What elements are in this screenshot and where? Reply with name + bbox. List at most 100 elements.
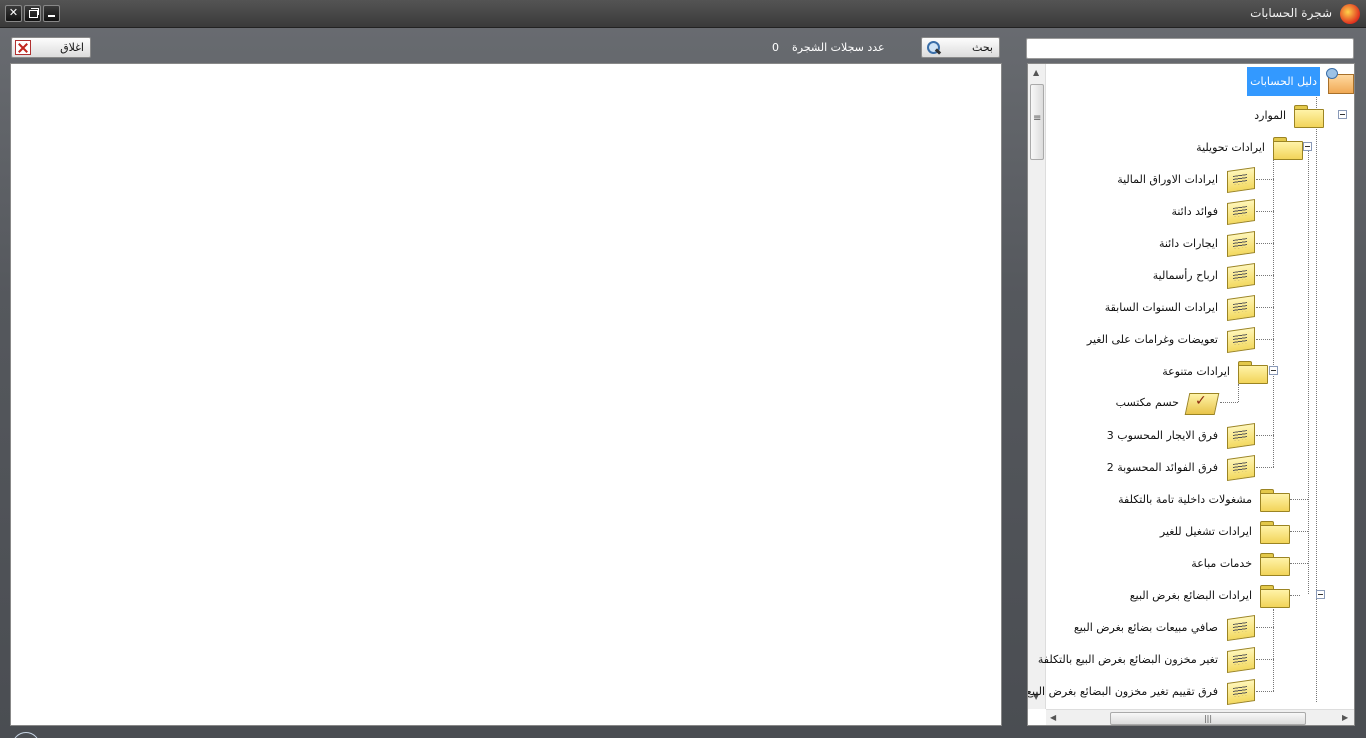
tree-node[interactable]: صافي مبيعات بضائع بغرض البيع (1072, 612, 1256, 642)
document-icon (1224, 326, 1256, 352)
tree-node-label: ايجارات دائنة (1158, 236, 1218, 250)
tree-connector (1256, 435, 1274, 436)
restore-window-button[interactable] (24, 5, 41, 22)
folder-icon (1258, 582, 1290, 608)
tree-node[interactable]: ايرادات الاوراق المالية (1115, 164, 1256, 194)
app-logo-icon (1340, 4, 1360, 24)
folder-icon (1271, 134, 1303, 160)
tree-node-label: الموارد (1254, 108, 1286, 122)
document-icon (1224, 198, 1256, 224)
tree-connector (1256, 659, 1274, 660)
root-folder-icon (1324, 66, 1354, 96)
tree-connector (1238, 384, 1239, 402)
tree-node[interactable]: ايرادات تشغيل للغير (1158, 516, 1290, 546)
tree-node[interactable]: فرق تقييم تغير مخزون البضائع بغرض البيع (1027, 676, 1256, 706)
tree-node[interactable]: ايرادات متنوعة (1160, 356, 1268, 386)
search-button[interactable]: بحث (921, 37, 1000, 58)
tree-connector (1256, 307, 1274, 308)
document-icon (1224, 422, 1256, 448)
tree-node[interactable]: الموارد (1252, 100, 1324, 130)
collapse-node-icon[interactable] (1316, 590, 1325, 599)
document-icon (1224, 678, 1256, 704)
tree-connector (1316, 94, 1317, 702)
tree-node[interactable]: ايرادات السنوات السابقة (1103, 292, 1256, 322)
records-count-value: 0 (772, 41, 779, 54)
tree-connector (1308, 144, 1309, 594)
close-icon (15, 40, 31, 55)
close-button-label: اغلاق (60, 41, 84, 54)
scroll-up-icon[interactable]: ▲ (1033, 68, 1039, 77)
tree-node-label: ايرادات تحويلية (1196, 140, 1265, 154)
folder-icon (1292, 102, 1324, 128)
scroll-right-icon[interactable]: ▶ (1342, 713, 1348, 722)
close-window-button[interactable]: ✕ (5, 5, 22, 22)
tree-connector (1256, 179, 1274, 180)
search-button-label: بحث (972, 41, 993, 54)
tree-node-label: دليل الحسابات (1247, 66, 1320, 96)
tree-node-label: فوائد دائنة (1171, 204, 1218, 218)
tree-connector (1256, 211, 1274, 212)
search-icon (925, 40, 941, 56)
tree-node-label: فرق الايجار المحسوب 3 (1106, 428, 1218, 442)
tree-node[interactable]: تعويضات وغرامات على الغير (1085, 324, 1256, 354)
folder-icon (1236, 358, 1268, 384)
tree-connector (1290, 563, 1308, 564)
tree-node[interactable]: تغير مخزون البضائع بغرض البيع بالتكلفة (1036, 644, 1256, 674)
tree-node[interactable]: ارباح رأسمالية (1151, 260, 1256, 290)
window-title: شجرة الحسابات (1250, 6, 1332, 20)
tree-node[interactable]: ايجارات دائنة (1157, 228, 1256, 258)
horizontal-scroll-thumb[interactable]: ||| (1110, 712, 1306, 725)
tree-node-label: فرق الفوائد المحسوبة 2 (1106, 460, 1218, 474)
tree-node-label: ايرادات البضائع بغرض البيع (1129, 588, 1252, 602)
accounts-tree[interactable]: ▲ ▼ ◀ ||| ▶ دليل الحسابات الموارد (1027, 63, 1355, 726)
search-input[interactable] (1026, 38, 1354, 59)
tree-node-label: ايرادات السنوات السابقة (1104, 300, 1218, 314)
collapse-node-icon[interactable] (1303, 142, 1312, 151)
scroll-left-icon[interactable]: ◀ (1050, 713, 1056, 722)
tree-node[interactable]: ايرادات البضائع بغرض البيع (1128, 580, 1290, 610)
tree-node[interactable]: ايرادات تحويلية (1194, 132, 1303, 162)
document-icon (1224, 646, 1256, 672)
tree-node-root[interactable]: دليل الحسابات (1247, 66, 1354, 96)
tree-node-label: ايرادات الاوراق المالية (1117, 172, 1218, 186)
tree-node-label: ايرادات متنوعة (1162, 364, 1230, 378)
tree-connector (1256, 691, 1274, 692)
tree-connector (1256, 339, 1274, 340)
taskbar-orb[interactable] (12, 732, 40, 738)
tree-node-label: ارباح رأسمالية (1152, 268, 1218, 282)
tree-connector (1273, 609, 1274, 691)
tree-connector (1290, 531, 1308, 532)
vertical-scrollbar[interactable]: ▲ ▼ (1028, 64, 1046, 709)
tree-node[interactable]: فوائد دائنة (1169, 196, 1256, 226)
document-icon (1224, 166, 1256, 192)
tree-connector (1256, 467, 1274, 468)
tree-connector (1256, 627, 1274, 628)
tree-node-label: خدمات مباعة (1191, 556, 1252, 570)
tree-node-label: حسم مكتسب (1115, 395, 1179, 409)
tree-connector (1290, 499, 1308, 500)
tree-node[interactable]: مشغولات داخلية تامة بالتكلفة (1116, 484, 1290, 514)
collapse-node-icon[interactable] (1269, 366, 1278, 375)
tree-node[interactable]: فرق الايجار المحسوب 3 (1105, 420, 1256, 450)
tree-node-label: صافي مبيعات بضائع بغرض البيع (1073, 620, 1218, 634)
tree-connector (1290, 595, 1300, 596)
collapse-node-icon[interactable] (1338, 110, 1347, 119)
tree-connector (1220, 402, 1238, 403)
minimize-window-button[interactable] (43, 5, 60, 22)
close-button[interactable]: اغلاق (11, 37, 91, 58)
tree-node[interactable]: حسم مكتسب (1114, 387, 1219, 417)
checked-folder-icon (1185, 388, 1219, 416)
records-panel[interactable] (10, 63, 1002, 726)
horizontal-scrollbar[interactable]: ◀ ||| ▶ (1046, 709, 1354, 725)
vertical-scroll-thumb[interactable] (1030, 84, 1044, 160)
tree-node[interactable]: خدمات مباعة (1189, 548, 1290, 578)
tree-connector (1273, 159, 1274, 467)
tree-node-label: مشغولات داخلية تامة بالتكلفة (1118, 492, 1252, 506)
tree-node-label: فرق تقييم تغير مخزون البضائع بغرض البيع (1027, 684, 1218, 698)
tree-node-label: ايرادات تشغيل للغير (1159, 524, 1252, 538)
folder-icon (1258, 486, 1290, 512)
tree-node[interactable]: فرق الفوائد المحسوبة 2 (1105, 452, 1256, 482)
document-icon (1224, 294, 1256, 320)
folder-icon (1258, 550, 1290, 576)
title-bar: ✕ شجرة الحسابات (0, 0, 1366, 28)
